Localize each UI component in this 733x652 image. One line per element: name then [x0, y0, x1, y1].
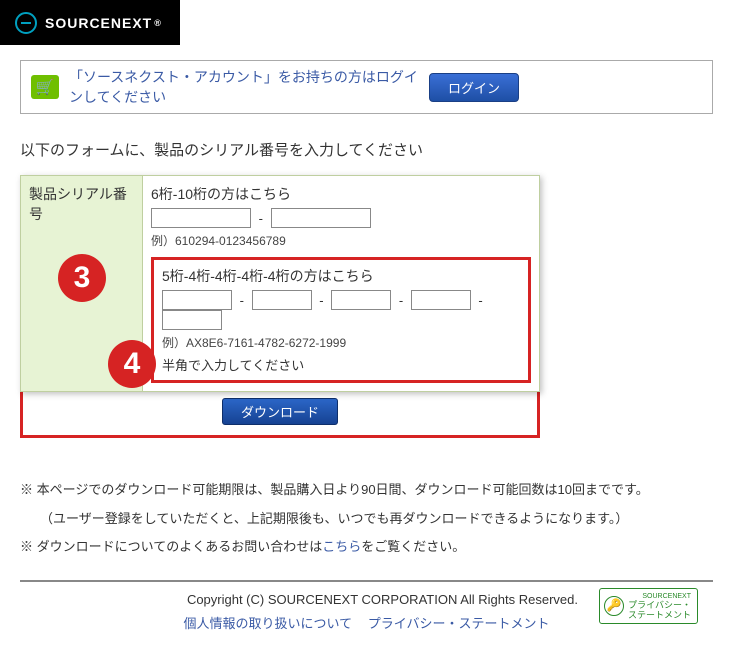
- section2-example: 例）AX8E6-7161-4782-6272-1999: [162, 334, 520, 351]
- serial2-part-4[interactable]: [411, 290, 471, 310]
- note-line-1b: （ユーザー登録をしていただくと、上記期限後も、いつでも再ダウンロードできるように…: [20, 507, 713, 532]
- download-button[interactable]: ダウンロード: [222, 398, 338, 425]
- serial-part-b[interactable]: [271, 208, 371, 228]
- login-message: 「ソースネクスト・アカウント」をお持ちの方はログインしてください: [69, 67, 429, 107]
- serial2-part-2[interactable]: [252, 290, 312, 310]
- download-row: ダウンロード: [20, 392, 540, 438]
- key-icon: 🔑: [604, 596, 624, 616]
- cart-icon: 🛒: [31, 75, 59, 99]
- footer: Copyright (C) SOURCENEXT CORPORATION All…: [20, 580, 713, 642]
- privacy-statement-link[interactable]: プライバシー・ステートメント: [368, 616, 550, 631]
- step-marker-3: 3: [58, 254, 106, 302]
- serial2-part-3[interactable]: [331, 290, 391, 310]
- header: SOURCENEXT ®: [0, 0, 180, 45]
- login-bar: 🛒 「ソースネクスト・アカウント」をお持ちの方はログインしてください ログイン: [20, 60, 713, 114]
- logo-icon: [15, 12, 37, 34]
- serial2-part-1[interactable]: [162, 290, 232, 310]
- intro-text: 以下のフォームに、製品のシリアル番号を入力してください: [20, 139, 713, 160]
- privacy-badge[interactable]: 🔑 SOURCENEXT プライバシー・ ステートメント: [599, 588, 698, 624]
- section2-title: 5桁-4桁-4桁-4桁-4桁の方はこちら: [162, 266, 520, 286]
- separator: -: [259, 211, 263, 226]
- note-line-1a: ※ 本ページでのダウンロード可能期限は、製品購入日より90日間、ダウンロード可能…: [20, 478, 713, 503]
- serial2-part-5[interactable]: [162, 310, 222, 330]
- section1-example: 例）610294-0123456789: [151, 232, 531, 249]
- serial-6-10-row: -: [151, 208, 531, 228]
- highlight-box-3: 5桁-4桁-4桁-4桁-4桁の方はこちら - - - - 例）: [151, 257, 531, 383]
- faq-link[interactable]: こちら: [322, 539, 361, 554]
- brand-suffix: ®: [154, 18, 162, 28]
- login-button[interactable]: ログイン: [429, 73, 519, 102]
- section1-title: 6桁-10桁の方はこちら: [151, 184, 531, 204]
- privacy-policy-link[interactable]: 個人情報の取り扱いについて: [184, 616, 353, 631]
- brand-name: SOURCENEXT: [45, 15, 152, 31]
- serial-input-cell: 6桁-10桁の方はこちら - 例）610294-0123456789 5桁-4桁…: [143, 176, 540, 392]
- serial-5-4x4-row: - - - -: [162, 290, 520, 330]
- serial-part-a[interactable]: [151, 208, 251, 228]
- notes: ※ 本ページでのダウンロード可能期限は、製品購入日より90日間、ダウンロード可能…: [20, 478, 713, 560]
- note-line-2: ※ ダウンロードについてのよくあるお問い合わせはこちらをご覧ください。: [20, 535, 713, 560]
- step-marker-4: 4: [108, 340, 156, 388]
- section2-note: 半角で入力してください: [162, 355, 520, 374]
- brand-logo: SOURCENEXT ®: [15, 12, 162, 34]
